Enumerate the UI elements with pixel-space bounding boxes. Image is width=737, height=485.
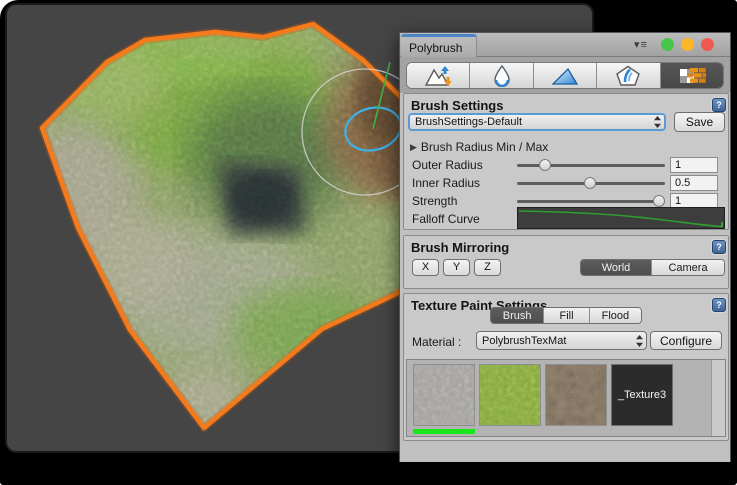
polybrush-window: Polybrush ▾≡ xyxy=(399,32,731,462)
mode-fill-button[interactable]: Fill xyxy=(544,308,589,323)
window-content: Brush Settings ? BrushSettings-Default S… xyxy=(400,57,730,462)
falloff-curve-label: Falloff Curve xyxy=(412,212,480,226)
material-dropdown[interactable]: PolybrushTexMat xyxy=(476,331,647,350)
strength-knob[interactable] xyxy=(653,195,665,207)
outer-radius-value[interactable]: 1 xyxy=(670,157,718,173)
material-value: PolybrushTexMat xyxy=(477,335,632,347)
tool-prefab-scatter-button[interactable] xyxy=(597,63,660,88)
tool-smooth-button[interactable] xyxy=(470,63,533,88)
paint-color-icon xyxy=(551,66,579,86)
falloff-curve-field[interactable] xyxy=(517,207,725,229)
brush-settings-panel: Brush Settings ? BrushSettings-Default S… xyxy=(403,93,729,230)
screenshot-canvas: Polybrush ▾≡ xyxy=(0,0,737,485)
save-button[interactable]: Save xyxy=(674,112,725,132)
inner-radius-label: Inner Radius xyxy=(412,176,480,190)
brush-mirroring-header: Brush Mirroring xyxy=(411,240,509,255)
strength-label: Strength xyxy=(412,194,457,208)
help-icon[interactable]: ? xyxy=(712,240,726,254)
outer-radius-label: Outer Radius xyxy=(412,158,483,172)
window-titlebar[interactable]: Polybrush ▾≡ xyxy=(400,33,730,57)
brush-preset-dropdown[interactable]: BrushSettings-Default xyxy=(408,113,666,131)
falloff-curve xyxy=(518,208,724,228)
brush-preset-value: BrushSettings-Default xyxy=(410,116,650,128)
tool-sculpt-button[interactable] xyxy=(407,63,470,88)
paint-mode-toggle: Brush Fill Flood xyxy=(490,307,642,324)
inner-radius-value[interactable]: 0.5 xyxy=(670,175,718,191)
pane-menu-icon[interactable]: ▾≡ xyxy=(634,38,648,51)
traffic-light-yellow-icon[interactable] xyxy=(681,38,694,51)
brush-mirroring-panel: Brush Mirroring ? X Y Z World Camera xyxy=(403,235,729,289)
mode-brush-button[interactable]: Brush xyxy=(491,308,544,323)
swatch-texture3[interactable]: _Texture3 xyxy=(611,364,673,426)
tab-polybrush[interactable]: Polybrush xyxy=(401,34,477,57)
tool-paint-texture-button[interactable] xyxy=(661,63,723,88)
updown-arrows-icon xyxy=(650,115,664,129)
space-world-button[interactable]: World xyxy=(581,260,652,275)
mirror-x-button[interactable]: X xyxy=(412,259,439,276)
mirror-space-toggle: World Camera xyxy=(580,259,725,276)
foldout-arrow-icon: ▶ xyxy=(410,142,417,153)
mode-flood-button[interactable]: Flood xyxy=(590,308,641,323)
tool-paint-color-button[interactable] xyxy=(534,63,597,88)
selected-texture-bar xyxy=(413,429,475,434)
foldout-label: Brush Radius Min / Max xyxy=(421,140,548,154)
texture-palette: _Texture3 xyxy=(406,359,726,437)
sculpt-icon xyxy=(423,65,453,87)
configure-button[interactable]: Configure xyxy=(650,331,722,350)
traffic-light-red-icon[interactable] xyxy=(701,38,714,51)
outer-radius-knob[interactable] xyxy=(539,159,551,171)
palette-scrollbar[interactable] xyxy=(711,360,725,436)
swatch-grass-texture[interactable] xyxy=(479,364,541,426)
inner-radius-knob[interactable] xyxy=(584,177,596,189)
brush-radius-foldout[interactable]: ▶ Brush Radius Min / Max xyxy=(410,140,548,154)
swatch-concrete-texture[interactable] xyxy=(413,364,475,426)
traffic-light-green-icon[interactable] xyxy=(661,38,674,51)
brush-settings-header: Brush Settings xyxy=(411,98,503,113)
help-icon[interactable]: ? xyxy=(712,98,726,112)
mirror-z-button[interactable]: Z xyxy=(474,259,501,276)
paint-texture-icon xyxy=(678,65,706,87)
space-camera-button[interactable]: Camera xyxy=(652,260,724,275)
strength-slider[interactable] xyxy=(517,200,665,203)
mode-toolbar xyxy=(406,62,724,89)
material-label: Material : xyxy=(412,335,461,349)
texture-paint-panel: Texture Paint Settings ? Brush Fill Floo… xyxy=(403,293,729,441)
smooth-icon xyxy=(493,65,511,87)
prefab-scatter-icon xyxy=(615,65,641,87)
help-icon[interactable]: ? xyxy=(712,298,726,312)
mirror-y-button[interactable]: Y xyxy=(443,259,470,276)
updown-arrows-icon xyxy=(632,334,646,348)
swatch-dirt-texture[interactable] xyxy=(545,364,607,426)
